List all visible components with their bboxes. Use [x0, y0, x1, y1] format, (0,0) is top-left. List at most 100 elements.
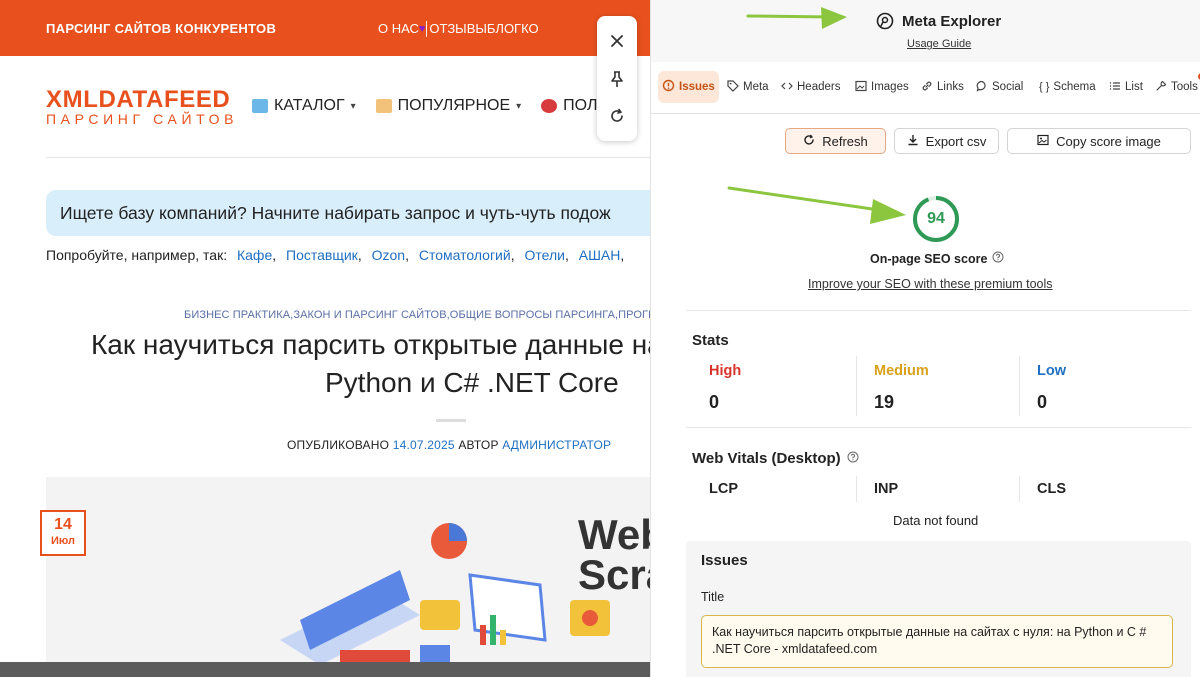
vital-lcp-label: LCP: [709, 481, 738, 497]
article-categories[interactable]: БИЗНЕС ПРАКТИКА,ЗАКОН И ПАРСИНГ САЙТОВ,О…: [184, 309, 650, 321]
tab-label: Social: [992, 81, 1024, 93]
braces-icon: { }: [1039, 81, 1050, 93]
annotation-arrow-icon: [727, 186, 906, 224]
panel-tabs: Issues Meta Headers Images Links Social: [651, 62, 1200, 114]
floating-toolbar: [597, 16, 637, 141]
tab-headers[interactable]: Headers: [777, 71, 844, 103]
main-nav-popular[interactable]: ПОПУЛЯРНОЕ ▾: [375, 97, 521, 115]
tab-label: Schema: [1053, 81, 1096, 93]
main-nav-label: ПОПУЛЯРНОЕ: [397, 97, 511, 114]
article-title-line2: Python и C# .NET Core: [325, 367, 619, 398]
annotation-arrow-icon: [746, 7, 847, 29]
article-date[interactable]: 14.07.2025: [393, 438, 455, 452]
site-topbar: ПАРСИНГ САЙТОВ КОНКУРЕНТОВ О НАС ♥ ОТЗЫВЫ…: [0, 0, 650, 56]
stat-divider: [1019, 356, 1020, 416]
tab-label: Images: [871, 81, 909, 93]
issues-icon: [662, 79, 675, 95]
title-divider: [436, 419, 466, 422]
stat-medium-value: 19: [874, 392, 895, 412]
tab-schema[interactable]: { } Schema: [1035, 71, 1100, 103]
stat-medium-label: Medium: [874, 363, 929, 379]
page-bottom-bar: [0, 662, 650, 677]
chevron-down-icon: ▾: [350, 100, 356, 112]
published-label: ОПУБЛИКОВАНО: [287, 438, 390, 452]
site-main-nav: КАТАЛОГ ▾ ПОПУЛЯРНОЕ ▾ ПОЛЕЗ: [252, 97, 617, 115]
seo-score-gauge: 94: [912, 195, 960, 243]
suggestion-link[interactable]: Кафе: [237, 247, 272, 263]
suggestion-link[interactable]: Поставщик: [286, 247, 358, 263]
stat-high-value: 0: [709, 392, 720, 412]
nav-about[interactable]: О НАС: [378, 21, 419, 36]
header-divider: [46, 157, 650, 158]
search-suggestions: Попробуйте, например, так: Кафе, Поставщ…: [46, 247, 625, 263]
author-label: АВТОР: [458, 438, 499, 452]
article-author[interactable]: АДМИНИСТРАТОР: [502, 438, 611, 452]
usage-guide-link[interactable]: Usage Guide: [907, 38, 971, 50]
tab-images[interactable]: Images: [851, 71, 913, 103]
main-nav-catalog[interactable]: КАТАЛОГ ▾: [252, 97, 356, 115]
meta-explorer-panel: Meta Explorer Usage Guide Issues Meta He…: [650, 0, 1200, 677]
image-icon: [855, 80, 867, 95]
folder-icon: [252, 99, 268, 113]
suggestion-link[interactable]: Ozon: [372, 247, 405, 263]
web-vitals-title: Web Vitals (Desktop): [692, 450, 859, 467]
website-page: ПАРСИНГ САЙТОВ КОНКУРЕНТОВ О НАС ♥ ОТЗЫВЫ…: [0, 0, 650, 677]
vital-divider: [856, 476, 857, 502]
divider: [686, 427, 1191, 428]
tab-meta[interactable]: Meta: [723, 71, 773, 103]
stat-divider: [856, 356, 857, 416]
export-label: Export csv: [925, 133, 987, 149]
tab-label: Links: [937, 81, 964, 93]
improve-seo-link[interactable]: Improve your SEO with these premium tool…: [808, 277, 1053, 291]
nav-blog[interactable]: БЛОГ: [487, 21, 521, 36]
panel-title: Meta Explorer: [876, 12, 1001, 30]
site-brand[interactable]: ПАРСИНГ САЙТОВ КОНКУРЕНТОВ: [46, 21, 276, 36]
date-badge: 14 Июл: [40, 510, 86, 556]
copy-label: Copy score image: [1056, 133, 1161, 149]
stat-low-label: Low: [1037, 363, 1066, 379]
tab-label: Headers: [797, 81, 841, 93]
site-logo-title[interactable]: XMLDATAFEED: [46, 86, 230, 114]
close-icon[interactable]: [605, 29, 629, 53]
badge-day: 14: [54, 516, 72, 533]
issue-field-label: Title: [701, 590, 725, 604]
refresh-button[interactable]: Refresh: [785, 128, 886, 154]
tab-list[interactable]: List: [1105, 71, 1147, 103]
tab-links[interactable]: Links: [917, 71, 968, 103]
main-nav-label: КАТАЛОГ: [274, 97, 345, 114]
heart-icon: ♥: [418, 22, 426, 35]
page-title-value[interactable]: Как научиться парсить открытые данные на…: [701, 615, 1173, 668]
nav-reviews[interactable]: ♥ ОТЗЫВЫ: [419, 21, 487, 36]
suggestion-link[interactable]: АШАН: [579, 247, 621, 263]
site-logo-subtitle: ПАРСИНГ САЙТОВ: [46, 111, 239, 127]
nav-divider: [426, 20, 427, 37]
suggestion-link[interactable]: Стоматологий: [419, 247, 511, 263]
tab-social[interactable]: Social: [972, 71, 1027, 103]
hero-illustration: [280, 523, 610, 670]
article-title-line1: Как научиться парсить открытые данные на…: [91, 329, 650, 360]
export-csv-button[interactable]: Export csv: [894, 128, 999, 154]
link-icon: [921, 80, 933, 95]
suggestions-label: Попробуйте, например, так:: [46, 247, 228, 263]
tag-icon: [727, 79, 739, 95]
help-icon[interactable]: [847, 450, 859, 467]
seo-score-value: 94: [927, 210, 945, 227]
tab-label: List: [1125, 81, 1143, 93]
seo-score-label: On-page SEO score: [870, 251, 1004, 266]
hero-text-line1: Web: [578, 511, 650, 558]
seo-score-label-text: On-page SEO score: [870, 251, 988, 266]
web-vitals-title-text: Web Vitals (Desktop): [692, 450, 841, 467]
tab-tools[interactable]: Tools: [1151, 71, 1200, 103]
pin-icon[interactable]: [605, 67, 629, 91]
tab-issues[interactable]: Issues: [658, 71, 719, 103]
nav-contacts[interactable]: КО: [521, 21, 539, 36]
suggestion-link[interactable]: Отели: [524, 247, 564, 263]
panel-title-text: Meta Explorer: [902, 12, 1002, 30]
company-search-input[interactable]: Ищете базу компаний? Начните набирать за…: [46, 190, 650, 236]
help-icon[interactable]: [992, 251, 1004, 266]
list-icon: [1109, 80, 1121, 95]
article-hero-image: [46, 477, 650, 677]
vitals-not-found: Data not found: [893, 513, 979, 528]
copy-score-image-button[interactable]: Copy score image: [1007, 128, 1191, 154]
reload-icon[interactable]: [605, 104, 629, 128]
